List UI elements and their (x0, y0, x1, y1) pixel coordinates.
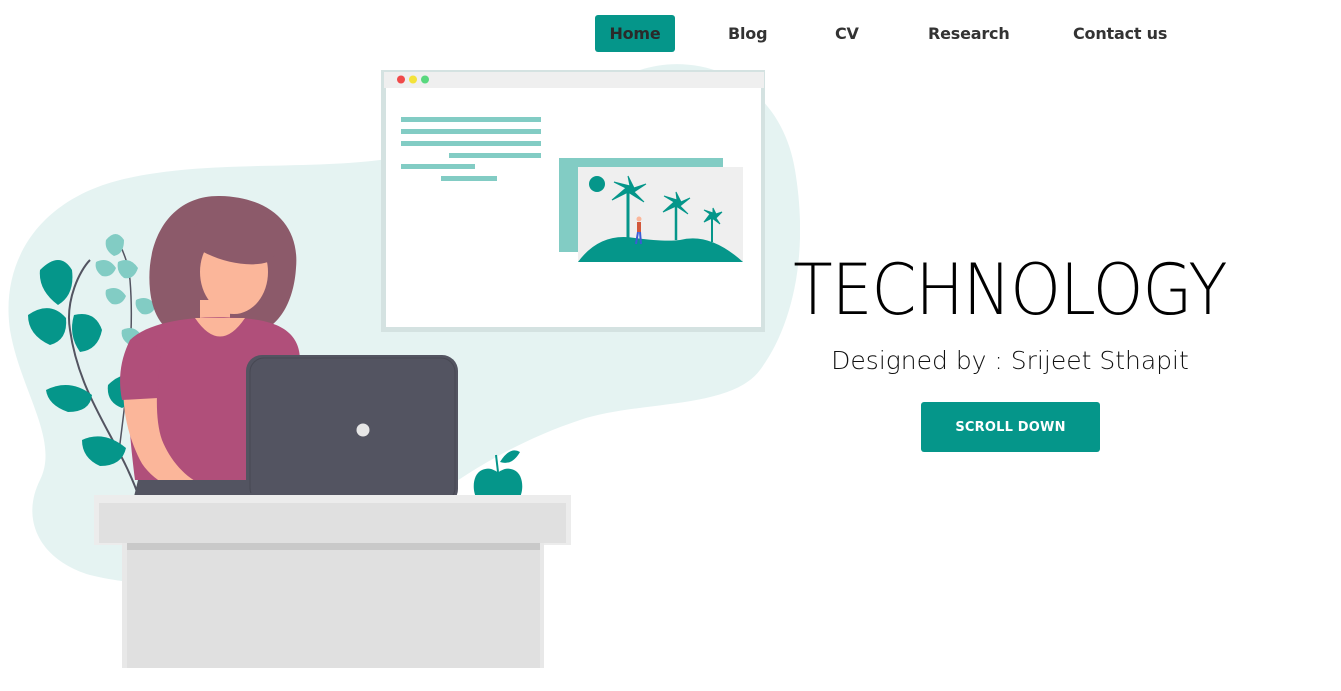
woman-at-laptop-illustration (8, 64, 800, 668)
hero-subtitle: Designed by : Srijeet Sthapit (831, 346, 1189, 375)
nav-home-link[interactable]: Home (595, 15, 675, 52)
scroll-down-button[interactable]: SCROLL DOWN (921, 402, 1100, 452)
hero-title: TECHNOLOGY (793, 249, 1227, 331)
desk (94, 495, 571, 668)
nav-blog-link[interactable]: Blog (728, 15, 768, 52)
browser-window (381, 70, 765, 332)
nav-contact-link[interactable]: Contact us (1073, 15, 1167, 52)
nav-research-link[interactable]: Research (928, 15, 1010, 52)
nav-cv-link[interactable]: CV (835, 15, 859, 52)
page: Home Blog CV Research Contact us TECHNOL… (0, 0, 1341, 691)
